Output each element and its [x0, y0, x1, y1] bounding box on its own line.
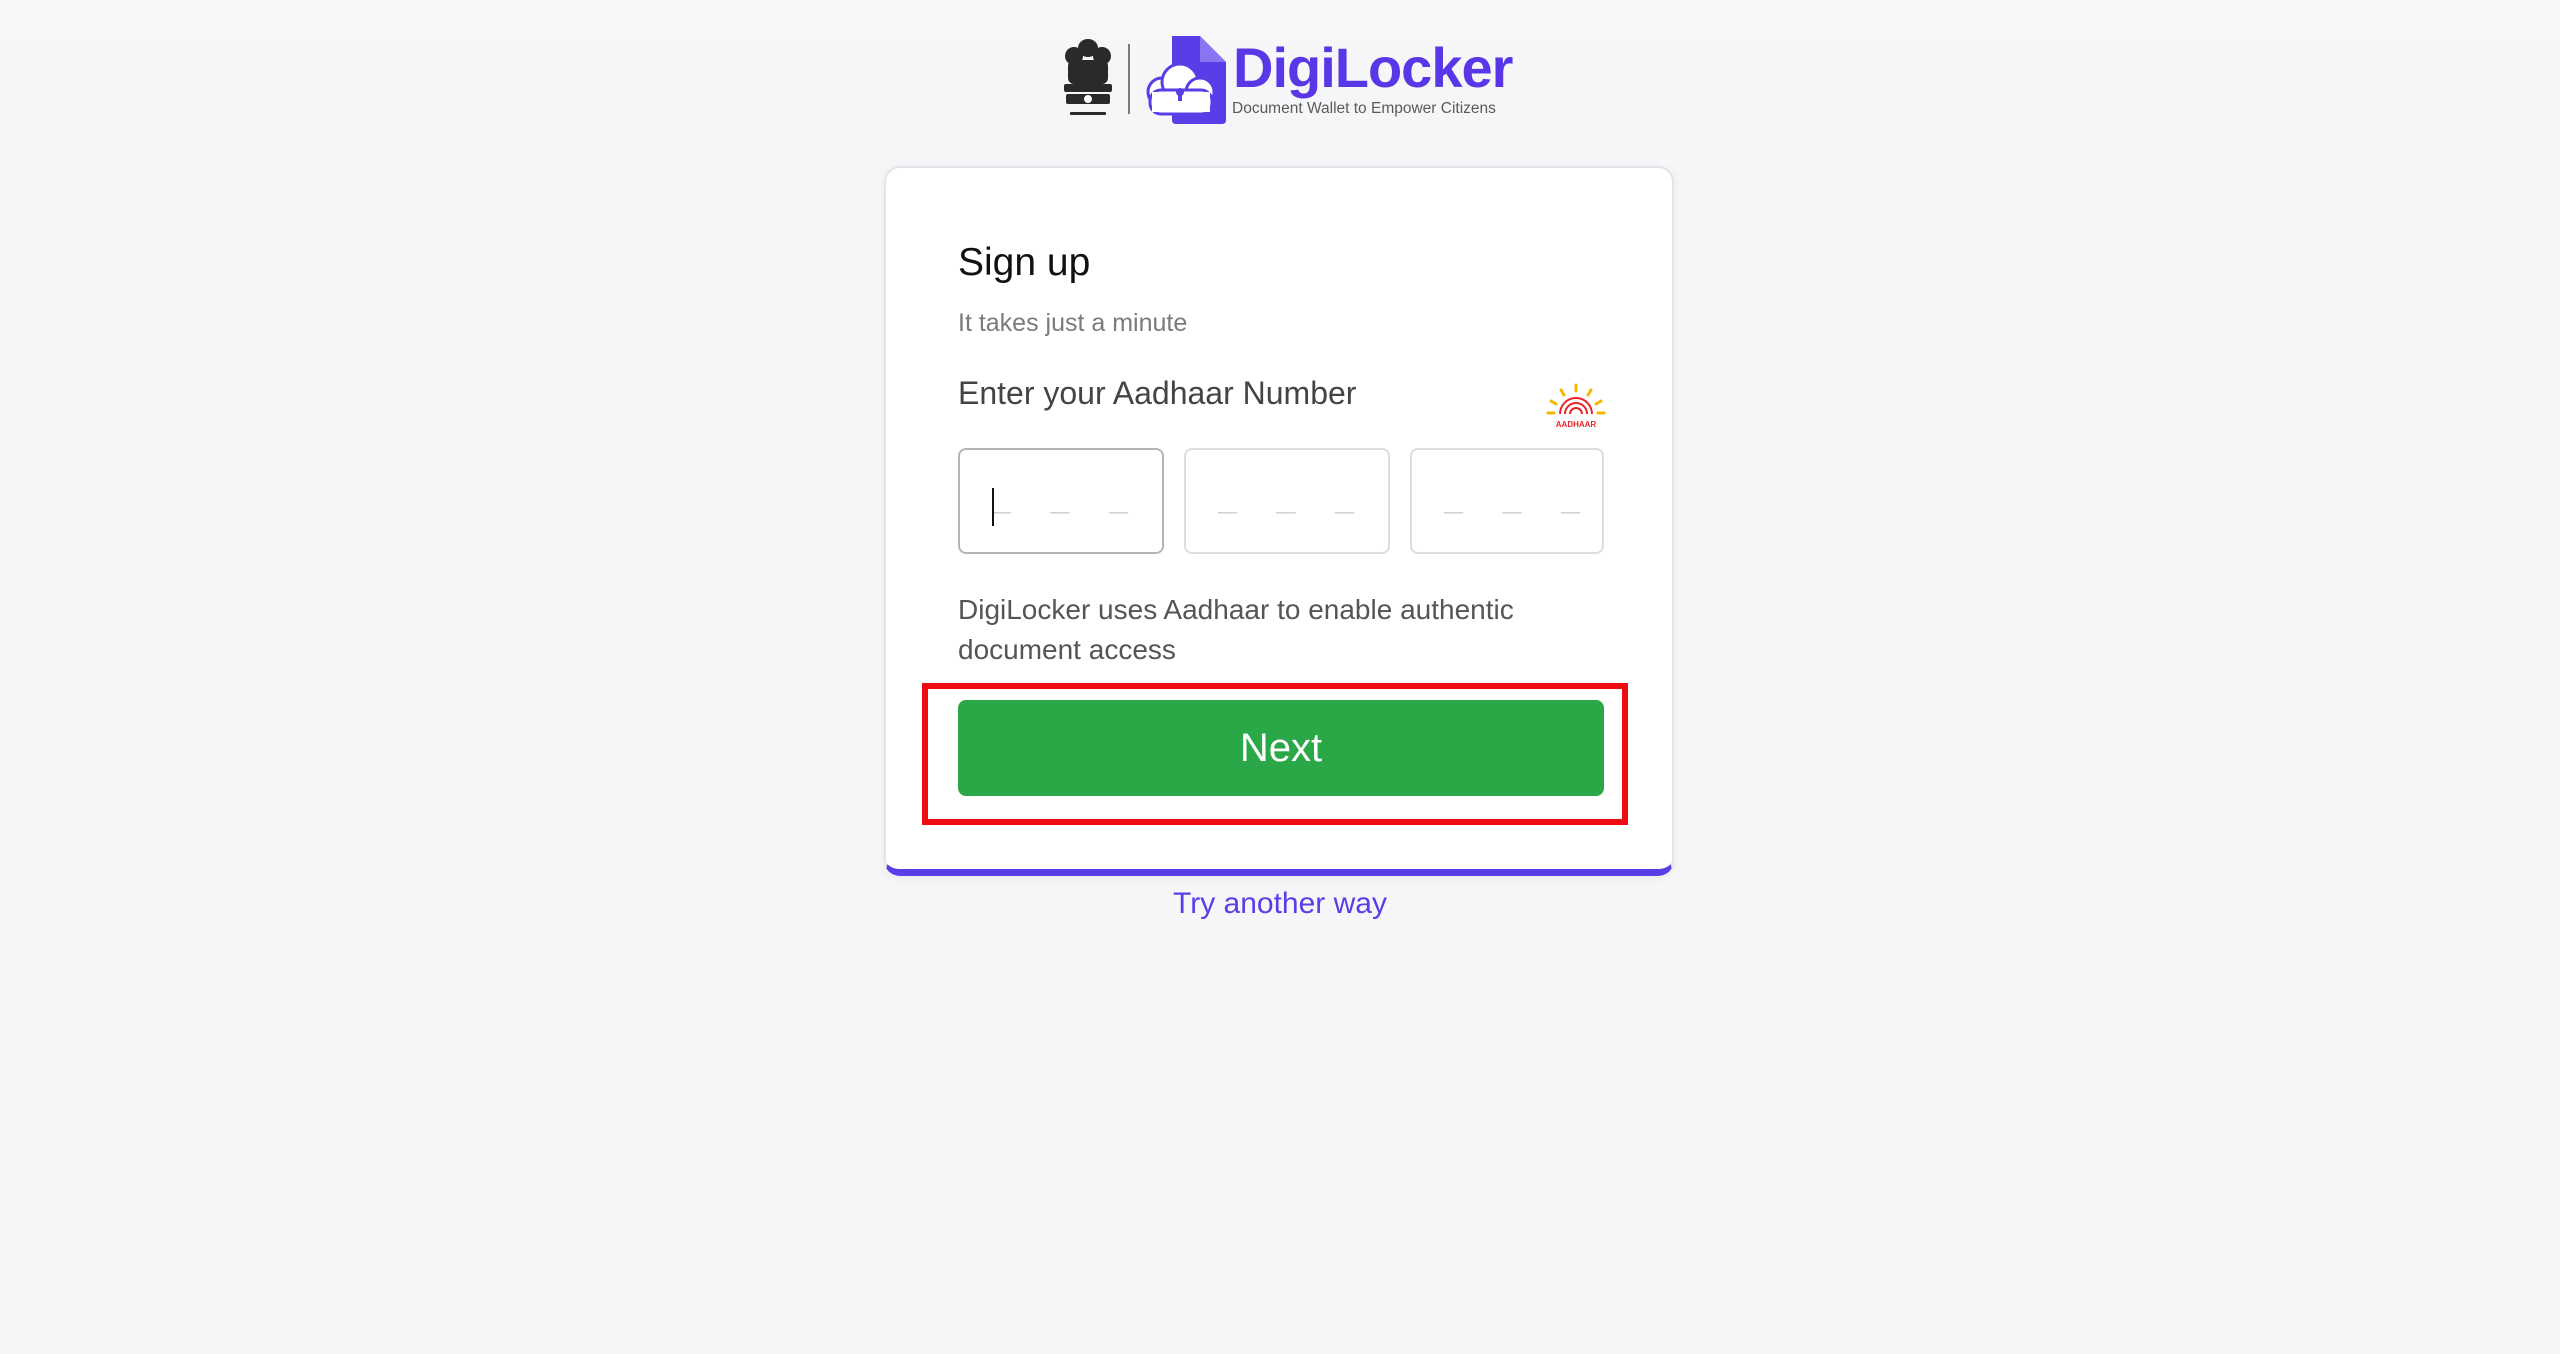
aadhaar-info-text: DigiLocker uses Aadhaar to enable authen…: [958, 594, 1514, 665]
aadhaar-field-2[interactable]: [1186, 450, 1388, 552]
text-caret: [992, 488, 994, 526]
brand-tagline: Document Wallet to Empower Citizens: [1232, 100, 1496, 117]
header: DigiLocker Document Wallet to Empower Ci…: [0, 0, 2560, 150]
try-another-way-link[interactable]: Try another way: [0, 886, 2560, 922]
highlight-box: [922, 683, 1628, 825]
aadhaar-input-group-3[interactable]: [1410, 448, 1604, 554]
aadhaar-label: Enter your Aadhaar Number: [958, 375, 1357, 411]
aadhaar-field-3[interactable]: [1412, 450, 1602, 552]
brand-name: DigiLocker: [1233, 36, 1513, 99]
aadhaar-field-1[interactable]: [960, 450, 1162, 552]
aadhaar-input-group-1[interactable]: [958, 448, 1164, 554]
page-title: Sign up: [958, 241, 1091, 284]
logo-divider: [1128, 44, 1130, 114]
aadhaar-input-group-2[interactable]: [1184, 448, 1390, 554]
aadhaar-logo-icon: AADHAAR: [1546, 383, 1606, 429]
page-subtitle: It takes just a minute: [958, 309, 1188, 337]
aadhaar-logo-text: AADHAAR: [1556, 420, 1597, 429]
national-emblem-icon: [1064, 39, 1112, 115]
page: DigiLocker Document Wallet to Empower Ci…: [0, 0, 2560, 1354]
